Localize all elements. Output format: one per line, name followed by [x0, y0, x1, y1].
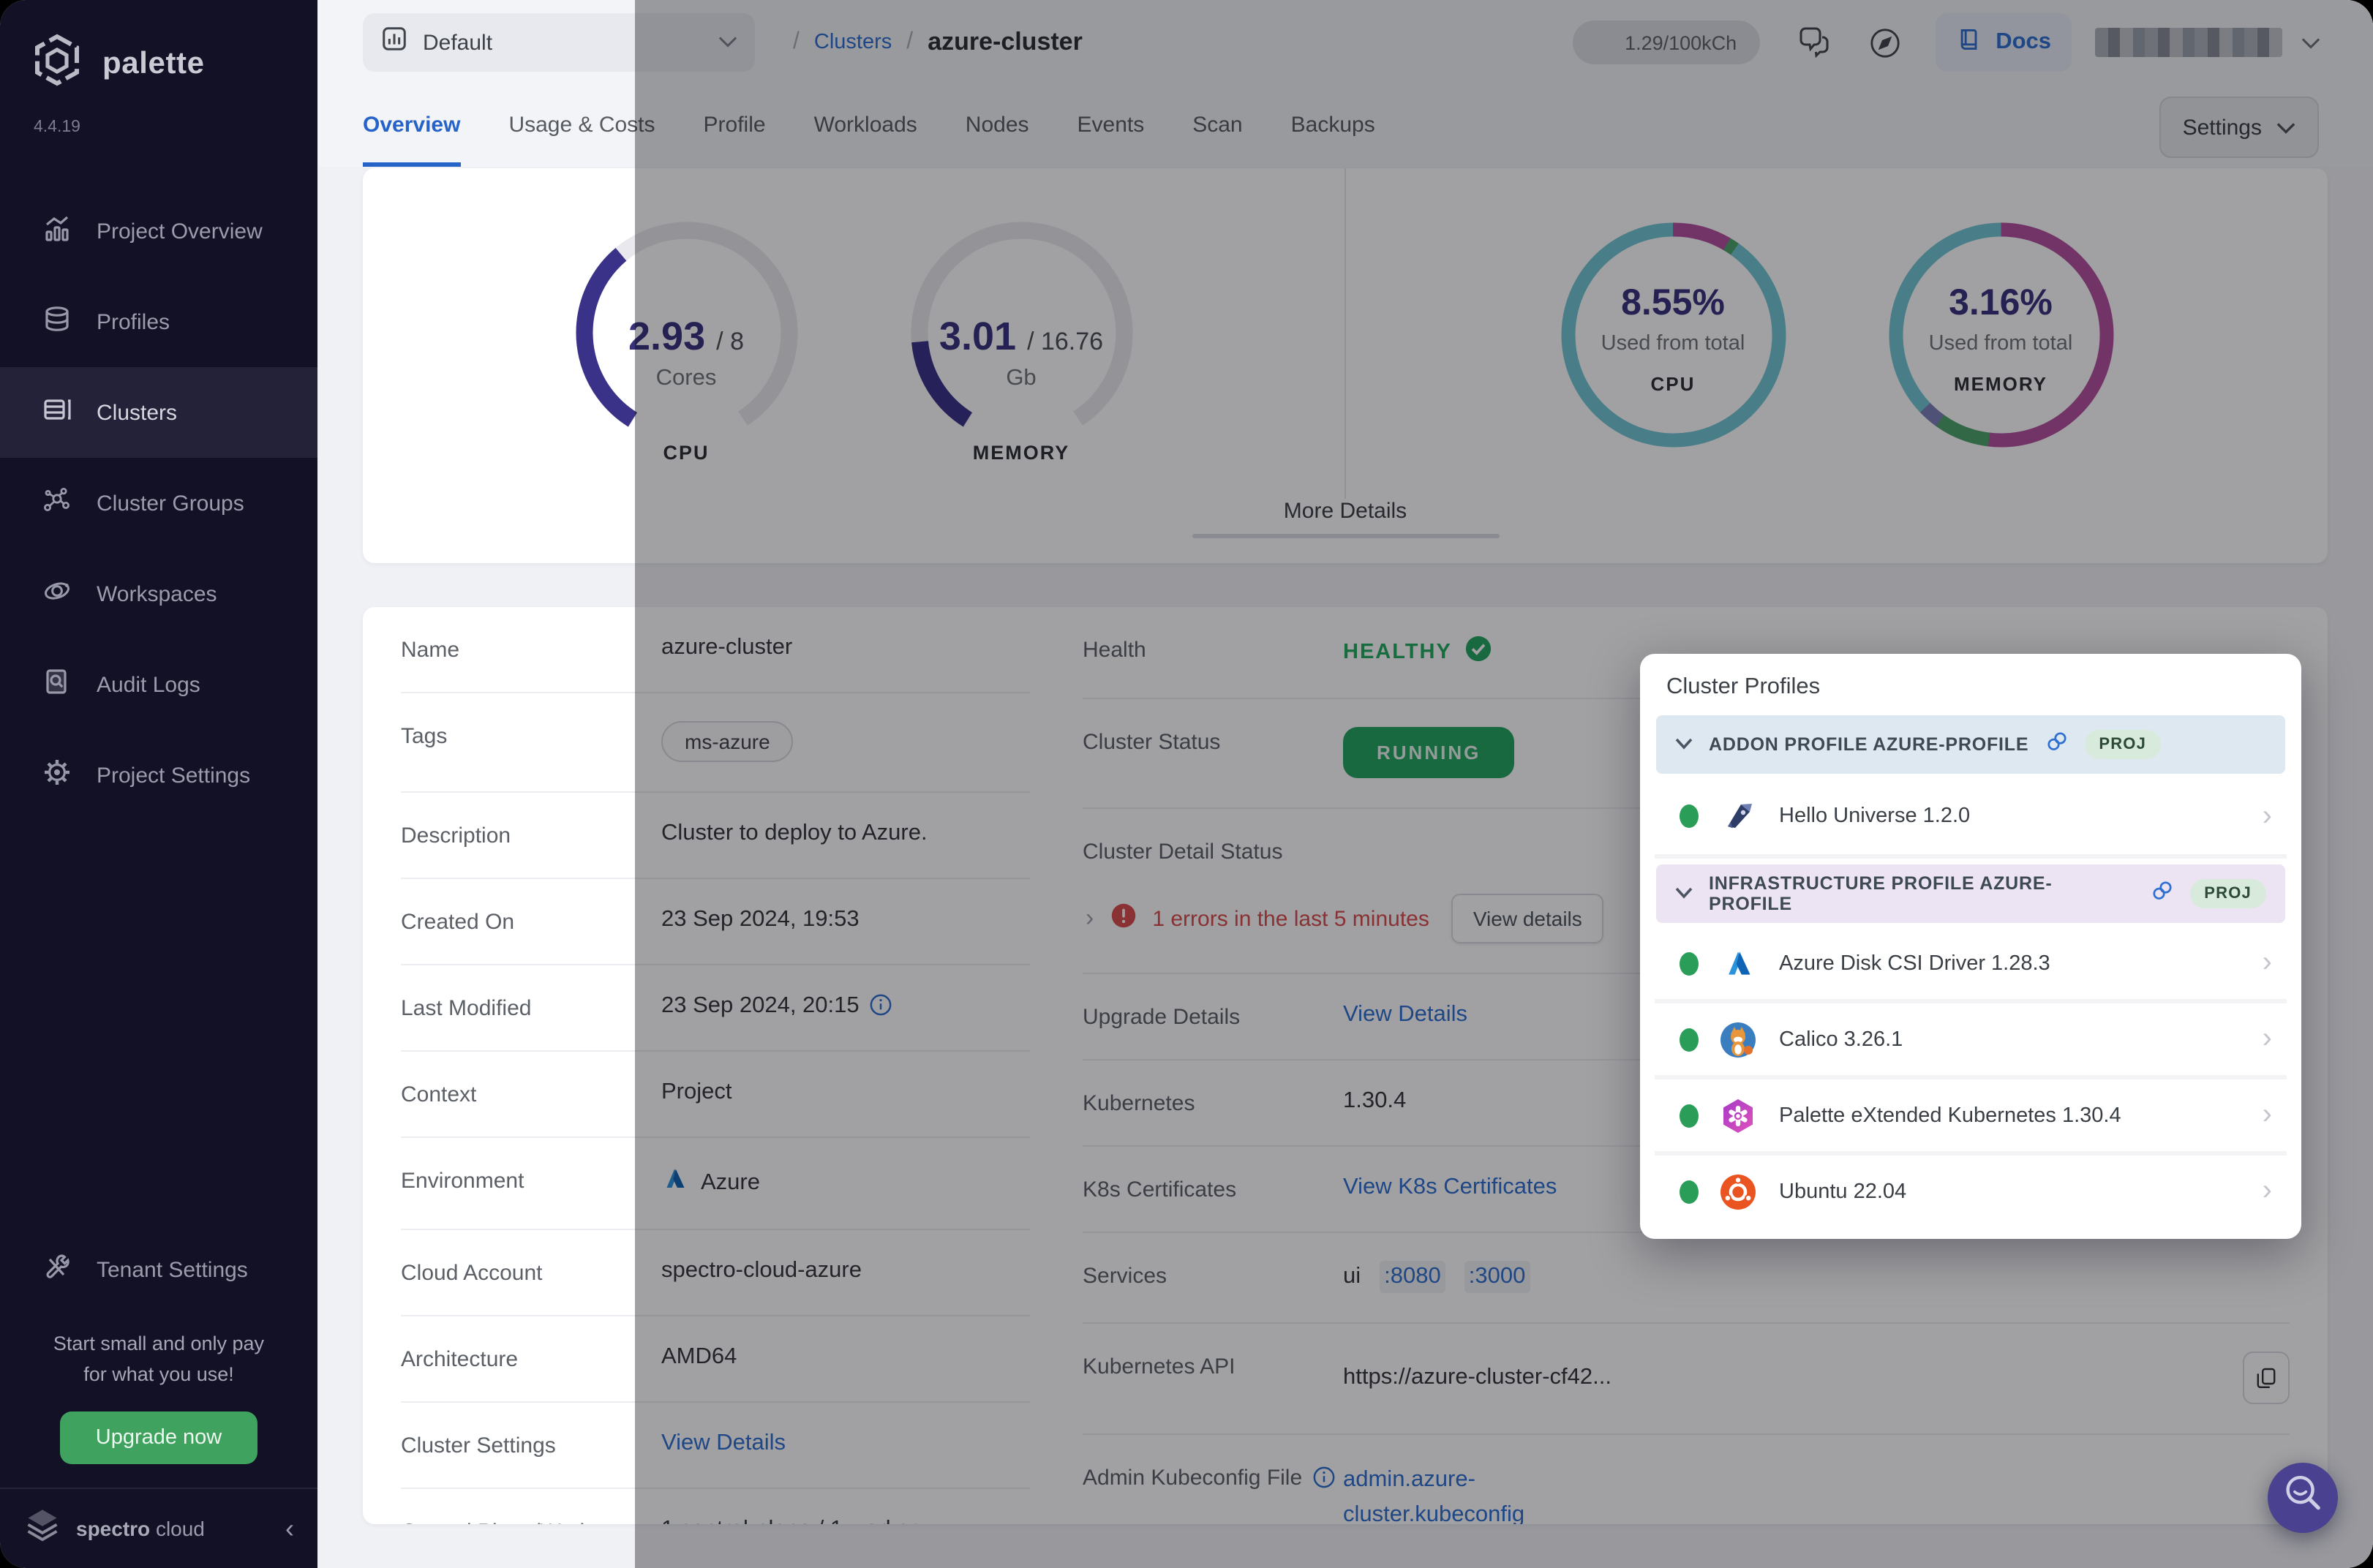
- status-dot: [1680, 804, 1699, 828]
- audit-log-icon: [42, 667, 72, 702]
- collapse-sidebar-icon[interactable]: ‹: [285, 1513, 294, 1544]
- palette-logo-icon: [29, 32, 85, 95]
- sidebar-item-label: Workspaces: [97, 581, 217, 606]
- sidebar-item-workspaces[interactable]: Workspaces: [0, 549, 317, 639]
- profile-item-palette-extended-kubernetes[interactable]: Palette eXtended Kubernetes 1.30.4 ›: [1655, 1079, 2287, 1156]
- sidebar-item-project-overview[interactable]: Project Overview: [0, 186, 317, 276]
- popup-title: Cluster Profiles: [1655, 668, 2287, 715]
- sidebar-item-tenant-settings[interactable]: Tenant Settings: [0, 1224, 317, 1315]
- sidebar-item-project-settings[interactable]: Project Settings: [0, 730, 317, 821]
- promo-line2: for what you use!: [20, 1360, 297, 1391]
- chevron-right-icon: ›: [2263, 946, 2278, 980]
- chevron-right-icon: ›: [2263, 1098, 2278, 1132]
- azure-icon: [1716, 947, 1760, 979]
- chevron-down-icon: [1675, 731, 1693, 758]
- infrastructure-profile-name: INFRASTRUCTURE PROFILE AZURE-PROFILE: [1709, 873, 2134, 914]
- profile-item-label: Calico 3.26.1: [1779, 1028, 1903, 1051]
- ubuntu-icon: [1716, 1172, 1760, 1210]
- upgrade-now-button[interactable]: Upgrade now: [61, 1411, 257, 1464]
- profile-item-label: Hello Universe 1.2.0: [1779, 804, 1970, 828]
- sidebar-spacer: [0, 821, 317, 1224]
- status-dot: [1680, 1180, 1699, 1203]
- tab-usage-costs[interactable]: Usage & Costs: [508, 85, 655, 167]
- calico-icon: [1716, 1020, 1760, 1058]
- sidebar-item-label: Clusters: [97, 400, 177, 425]
- profile-item-calico[interactable]: Calico 3.26.1 ›: [1655, 1003, 2287, 1079]
- spectro-cloud-logo-icon: [23, 1506, 61, 1551]
- magnifier-smile-icon: [2278, 1469, 2328, 1526]
- sidebar-item-clusters[interactable]: Clusters: [0, 367, 317, 458]
- sidebar-item-label: Tenant Settings: [97, 1257, 248, 1282]
- profile-item-hello-universe[interactable]: Hello Universe 1.2.0 ›: [1655, 778, 2287, 859]
- chart-bars-icon: [42, 214, 72, 249]
- profile-item-label: Ubuntu 22.04: [1779, 1180, 1906, 1203]
- profile-item-azure-disk-csi[interactable]: Azure Disk CSI Driver 1.28.3 ›: [1655, 927, 2287, 1003]
- palette-app: palette 4.4.19 Project Overview Profiles…: [0, 0, 2373, 1568]
- tab-overview[interactable]: Overview: [363, 85, 460, 167]
- sidebar-item-profiles[interactable]: Profiles: [0, 276, 317, 367]
- promo-line1: Start small and only pay: [20, 1330, 297, 1360]
- sidebar-item-cluster-groups[interactable]: Cluster Groups: [0, 458, 317, 549]
- sidebar-item-label: Audit Logs: [97, 672, 200, 697]
- sidebar-footer: spectro cloud ‹: [0, 1488, 317, 1568]
- link-icon[interactable]: [2150, 878, 2173, 909]
- app-version: 4.4.19: [0, 95, 317, 136]
- profile-item-label: Azure Disk CSI Driver 1.28.3: [1779, 951, 2050, 975]
- status-dot: [1680, 1104, 1699, 1127]
- project-chart-icon: [380, 25, 408, 60]
- infrastructure-profile-header[interactable]: INFRASTRUCTURE PROFILE AZURE-PROFILE PRO…: [1656, 864, 2285, 923]
- sidebar-item-label: Profiles: [97, 309, 170, 334]
- chevron-down-icon: [1675, 881, 1693, 907]
- addon-profile-name: ADDON PROFILE AZURE-PROFILE: [1709, 734, 2028, 755]
- addon-profile-header[interactable]: ADDON PROFILE AZURE-PROFILE PROJ: [1656, 715, 2285, 774]
- cluster-profiles-popup: Cluster Profiles ADDON PROFILE AZURE-PRO…: [1640, 654, 2301, 1239]
- brand-name: palette: [102, 46, 205, 81]
- chevron-right-icon: ›: [2263, 1022, 2278, 1056]
- network-icon: [42, 486, 72, 521]
- sidebar-item-label: Cluster Groups: [97, 491, 244, 516]
- sidebar-item-label: Project Settings: [97, 763, 250, 788]
- gear-icon: [42, 758, 72, 793]
- brand: palette: [0, 0, 317, 95]
- footer-brand-bold: spectro: [76, 1517, 150, 1540]
- search-helper-fab[interactable]: [2268, 1463, 2338, 1533]
- upgrade-promo: Start small and only pay for what you us…: [0, 1315, 317, 1391]
- tools-icon: [42, 1252, 72, 1287]
- profile-item-label: Palette eXtended Kubernetes 1.30.4: [1779, 1104, 2121, 1127]
- chevron-right-icon: ›: [2263, 799, 2278, 833]
- layers-icon: [42, 304, 72, 339]
- pxk-icon: [1716, 1096, 1760, 1134]
- project-scope-badge: PROJ: [2189, 879, 2266, 908]
- chevron-right-icon: ›: [2263, 1175, 2278, 1208]
- footer-brand-light: cloud: [156, 1517, 205, 1540]
- status-dot: [1680, 951, 1699, 975]
- sidebar: palette 4.4.19 Project Overview Profiles…: [0, 0, 317, 1568]
- server-icon: [42, 395, 72, 430]
- orbit-icon: [42, 576, 72, 611]
- sidebar-item-label: Project Overview: [97, 219, 263, 244]
- footer-brand: spectro cloud: [76, 1517, 205, 1540]
- project-scope-badge: PROJ: [2084, 730, 2161, 759]
- profile-item-ubuntu[interactable]: Ubuntu 22.04 ›: [1655, 1156, 2287, 1227]
- link-icon[interactable]: [2045, 729, 2068, 760]
- hello-universe-icon: [1716, 799, 1760, 834]
- status-dot: [1680, 1028, 1699, 1051]
- sidebar-nav: Project Overview Profiles Clusters Clust…: [0, 186, 317, 821]
- sidebar-item-audit-logs[interactable]: Audit Logs: [0, 639, 317, 730]
